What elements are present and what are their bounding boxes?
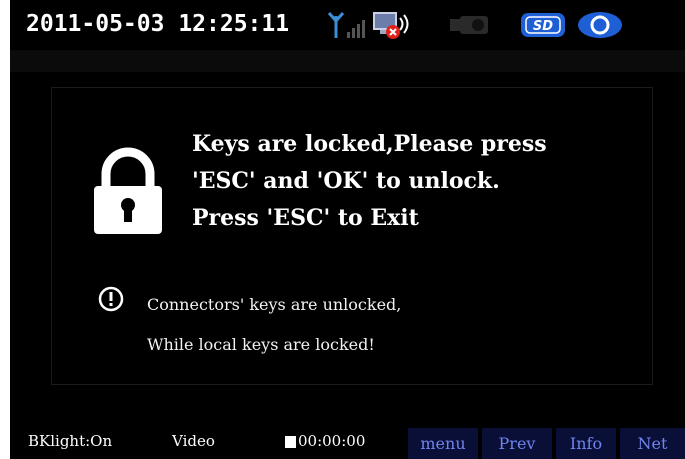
exclamation-icon bbox=[98, 286, 124, 312]
lock-message-line: Press 'ESC' to Exit bbox=[192, 205, 419, 231]
bottom-bar: BKlight:On Video 00:00:00 menu Prev Info… bbox=[10, 426, 685, 459]
key-lock-dialog: Keys are locked,Please press 'ESC' and '… bbox=[51, 87, 653, 385]
lock-message-line: Keys are locked,Please press bbox=[192, 131, 547, 157]
sd-card-label: SD bbox=[533, 19, 553, 34]
divider-band bbox=[10, 50, 685, 72]
network-disconnected-icon bbox=[373, 12, 409, 39]
camera-icon bbox=[450, 16, 488, 34]
lock-icon bbox=[94, 147, 162, 234]
lock-message-line: 'ESC' and 'OK' to unlock. bbox=[192, 168, 500, 194]
device-screen: 2011-05-03 12:25:11 SD Keys are locked,P… bbox=[10, 0, 685, 459]
sd-card-icon: SD bbox=[521, 13, 565, 37]
info-button[interactable]: Info bbox=[556, 428, 616, 459]
status-bar: 2011-05-03 12:25:11 SD bbox=[10, 0, 685, 50]
record-status-indicator bbox=[285, 436, 296, 448]
info-message: Connectors' keys are unlocked, While loc… bbox=[147, 285, 401, 365]
mode-label: Video bbox=[172, 432, 215, 450]
info-message-line: While local keys are locked! bbox=[147, 335, 375, 354]
backlight-status: BKlight:On bbox=[28, 432, 113, 450]
prev-button[interactable]: Prev bbox=[482, 428, 552, 459]
datetime: 2011-05-03 12:25:11 bbox=[26, 11, 290, 37]
menu-button[interactable]: menu bbox=[408, 428, 478, 459]
record-icon bbox=[578, 12, 622, 38]
info-message-line: Connectors' keys are unlocked, bbox=[147, 295, 402, 314]
lock-message: Keys are locked,Please press 'ESC' and '… bbox=[192, 126, 642, 237]
net-button[interactable]: Net bbox=[620, 428, 685, 459]
signal-antenna-icon bbox=[328, 12, 365, 38]
record-timer: 00:00:00 bbox=[298, 432, 366, 450]
